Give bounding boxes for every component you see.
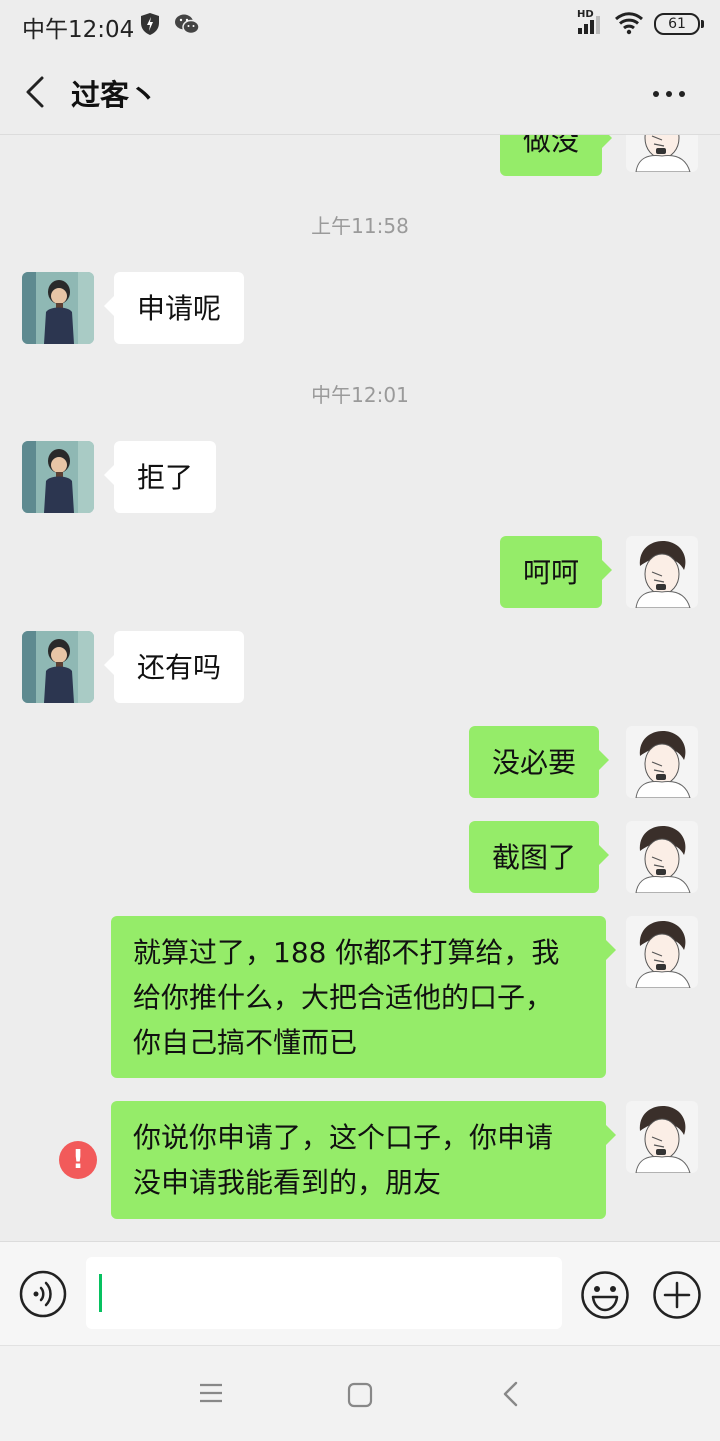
system-navigation-bar (0, 1345, 720, 1441)
add-more-icon[interactable] (652, 1270, 702, 1320)
status-bar: 中午12:04 HD 61 (0, 0, 720, 50)
message-line: 没申请我能看到的，朋友 (133, 1166, 442, 1199)
back-arrow-icon[interactable] (20, 74, 50, 110)
my-avatar[interactable] (626, 726, 698, 798)
sketch-portrait-image (626, 536, 698, 608)
my-avatar[interactable] (626, 1101, 698, 1173)
more-options-icon[interactable] (652, 90, 686, 98)
my-avatar[interactable] (626, 821, 698, 893)
message-bubble-incoming[interactable]: 申请呢 (103, 272, 245, 344)
message-bubble-outgoing[interactable]: 你说你申请了，这个口子，你申请 没申请我能看到的，朋友 (111, 1101, 616, 1219)
sketch-portrait-image (626, 726, 698, 798)
message-line: 给你推什么，大把合适他的口子， (133, 981, 554, 1014)
message-bubble-outgoing[interactable]: 没必要 (469, 726, 610, 798)
message-list[interactable]: 做没 上午11:58 申请呢 中午12:01 拒了 呵呵 还有吗 没必要 截图了… (0, 134, 720, 1240)
my-avatar[interactable] (626, 536, 698, 608)
voice-input-icon[interactable] (19, 1270, 67, 1318)
contact-avatar[interactable] (22, 441, 94, 513)
wifi-icon (615, 12, 643, 35)
emoji-icon[interactable] (580, 1270, 630, 1320)
chat-title: 过客丶 (71, 78, 159, 112)
message-bubble-outgoing[interactable]: 就算过了，188 你都不打算给，我 给你推什么，大把合适他的口子， 你自己搞不懂… (111, 916, 616, 1078)
contact-avatar[interactable] (22, 631, 94, 703)
battery-icon: 61 (654, 13, 704, 35)
text-caret (99, 1274, 102, 1312)
sketch-portrait-image (626, 916, 698, 988)
boy-photo-image (22, 441, 94, 513)
my-avatar[interactable] (626, 916, 698, 988)
status-time: 中午12:04 (22, 17, 135, 43)
contact-avatar[interactable] (22, 272, 94, 344)
timestamp: 中午12:01 (311, 383, 409, 407)
send-failed-icon[interactable]: ! (59, 1141, 97, 1179)
shield-icon (141, 13, 159, 35)
my-avatar[interactable] (626, 134, 698, 172)
message-input[interactable] (86, 1257, 562, 1329)
signal-icon (578, 16, 600, 34)
message-bubble-outgoing[interactable]: 截图了 (469, 821, 610, 893)
sketch-portrait-image (626, 134, 698, 172)
chat-header: 过客丶 (0, 50, 720, 135)
message-line: 就算过了，188 你都不打算给，我 (133, 936, 560, 969)
wechat-notification-icon (175, 14, 200, 35)
message-bubble-incoming[interactable]: 还有吗 (103, 631, 245, 703)
message-line: 你自己搞不懂而已 (133, 1026, 358, 1059)
sketch-portrait-image (626, 821, 698, 893)
boy-photo-image (22, 272, 94, 344)
boy-photo-image (22, 631, 94, 703)
message-bubble-outgoing[interactable]: 呵呵 (500, 536, 613, 608)
recent-apps-icon[interactable] (198, 1382, 224, 1404)
timestamp: 上午11:58 (311, 214, 409, 238)
input-bar (0, 1241, 720, 1345)
message-bubble-incoming[interactable]: 拒了 (103, 441, 217, 513)
message-bubble-outgoing[interactable]: 做没 (500, 134, 613, 176)
message-line: 你说你申请了，这个口子，你申请 (133, 1121, 554, 1154)
home-icon[interactable] (347, 1382, 373, 1408)
back-nav-icon[interactable] (500, 1380, 522, 1408)
sketch-portrait-image (626, 1101, 698, 1173)
